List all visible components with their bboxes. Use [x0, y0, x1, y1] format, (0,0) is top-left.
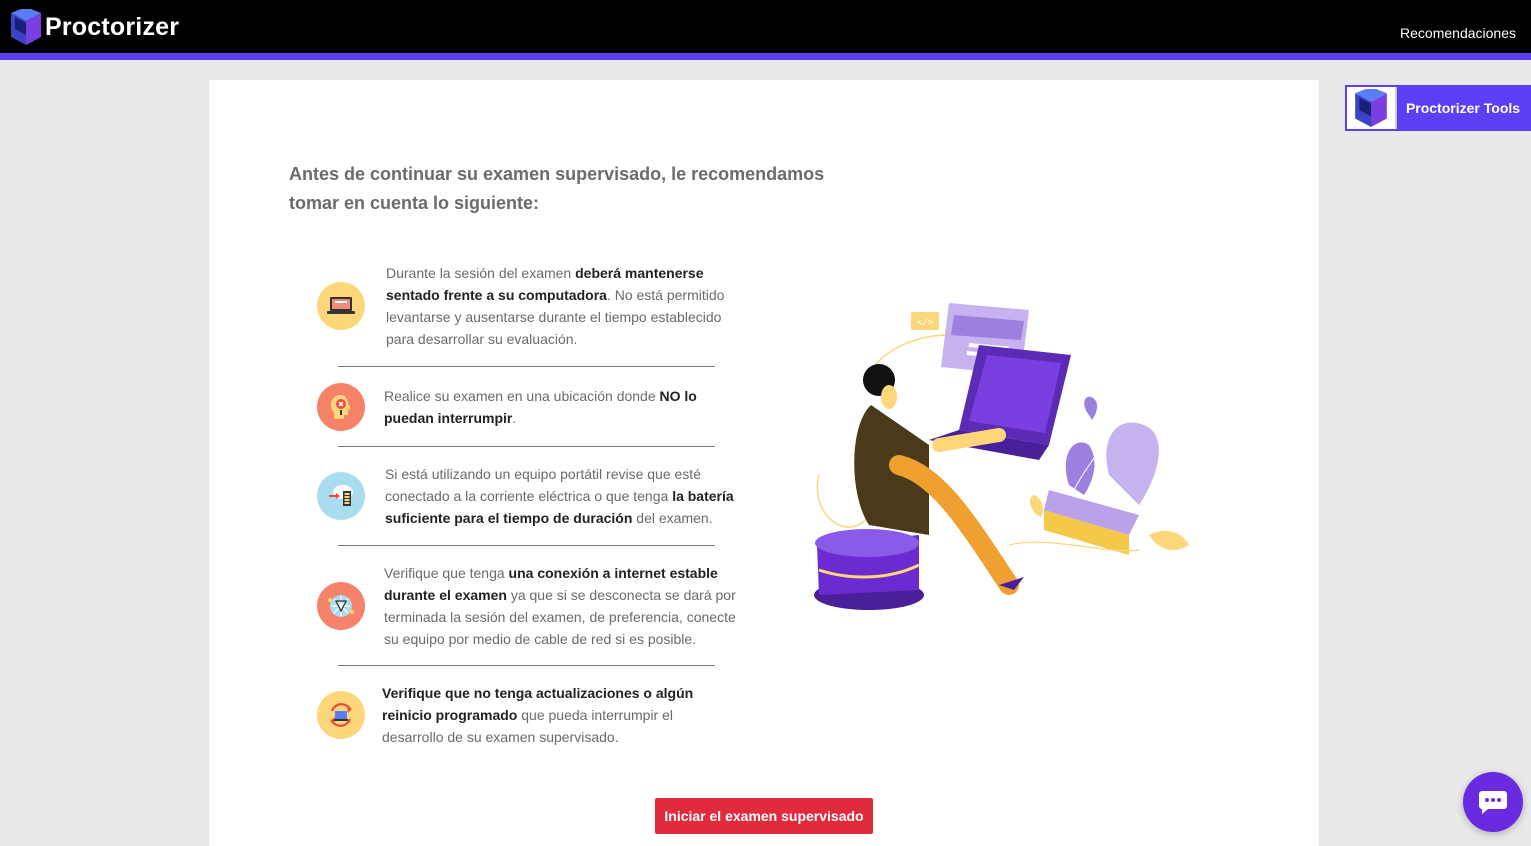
divider [338, 545, 715, 546]
intro-heading: Antes de continuar su examen supervisado… [289, 164, 825, 213]
divider [338, 665, 715, 666]
recommendation-item: Realice su examen en una ubicación donde… [317, 383, 737, 431]
laptop-icon [317, 282, 365, 330]
chat-bubble-icon [1479, 791, 1507, 814]
battery-plug-icon [317, 472, 365, 520]
navbar-accent-bar [0, 53, 1531, 60]
start-exam-button[interactable]: Iniciar el examen supervisado [655, 798, 873, 834]
head-warning-icon [317, 383, 365, 431]
top-navbar: Proctorizer Recomendaciones [0, 0, 1531, 53]
recommendation-item: Verifique que tenga una conexión a inter… [317, 562, 737, 650]
recommendation-item: Durante la sesión del examen deberá mant… [317, 262, 737, 350]
recommendation-item: Verifique que no tenga actualizaciones o… [317, 682, 737, 748]
proctorizer-logo-icon [11, 9, 41, 45]
recommendation-text: Realice su examen en una ubicación donde… [384, 388, 697, 426]
recommendation-text: Verifique que no tenga actualizaciones o… [382, 685, 694, 745]
network-icon [317, 582, 365, 630]
proctorizer-tools-label: Proctorizer Tools [1397, 87, 1529, 129]
recommendation-item: Si está utilizando un equipo portátil re… [317, 463, 737, 529]
chat-button[interactable] [1463, 772, 1523, 832]
update-icon [317, 691, 365, 739]
divider [338, 446, 715, 447]
nav-link-recomendaciones[interactable]: Recomendaciones [1400, 25, 1516, 41]
recommendations-card: Antes de continuar su examen supervisado… [209, 80, 1319, 846]
divider [338, 366, 715, 367]
brand-name: Proctorizer [45, 12, 180, 41]
brand-logo[interactable]: Proctorizer [11, 9, 179, 45]
proctorizer-tools-widget[interactable]: Proctorizer Tools [1345, 85, 1531, 131]
proctorizer-tools-logo-icon [1347, 87, 1397, 129]
recommendation-text: Verifique que tenga una conexión a inter… [384, 565, 736, 647]
recommendation-text: Durante la sesión del examen deberá mant… [386, 265, 725, 347]
svg-text:</>: </> [917, 318, 934, 328]
student-laptop-illustration: </> [814, 303, 1189, 610]
recommendation-text: Si está utilizando un equipo portátil re… [385, 466, 734, 526]
